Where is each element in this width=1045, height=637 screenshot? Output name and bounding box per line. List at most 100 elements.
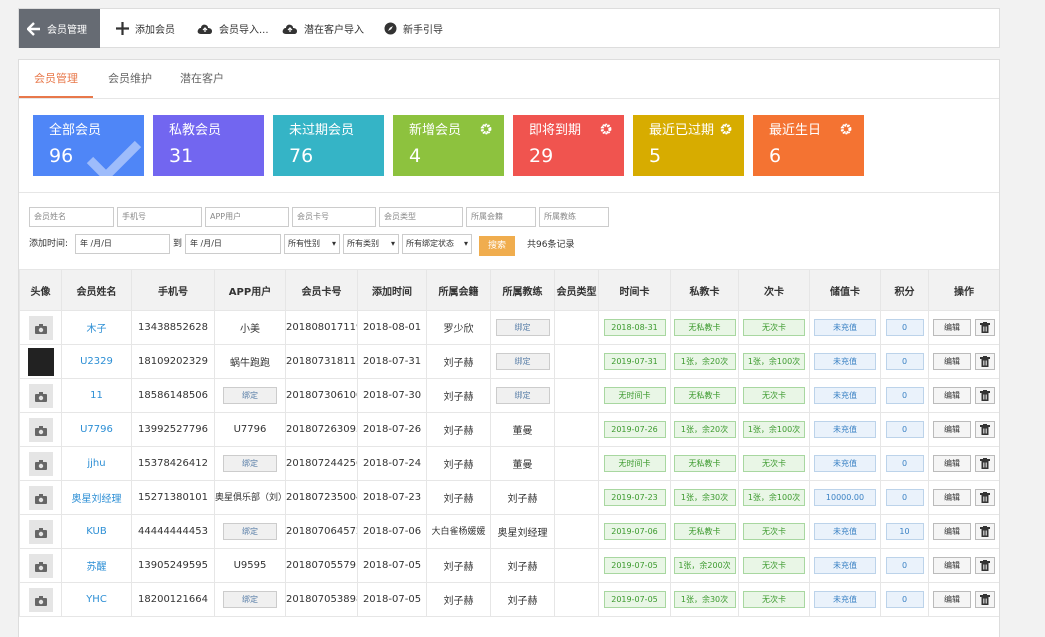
member-name-link[interactable]: U7796 — [61, 412, 132, 447]
stored-value-button[interactable]: 未充值 — [814, 557, 876, 574]
stored-value-button[interactable]: 未充值 — [814, 319, 876, 336]
private-card-button[interactable]: 1张，余30次 — [673, 489, 736, 506]
phone-input[interactable]: 手机号 — [117, 207, 202, 227]
stored-value-button[interactable]: 未充值 — [814, 591, 876, 608]
edit-button[interactable]: 编辑 — [933, 591, 971, 608]
member-name-link[interactable]: KUB — [61, 514, 132, 549]
import-prospect-button[interactable]: 潜在客户导入 — [282, 9, 364, 48]
edit-button[interactable]: 编辑 — [933, 455, 971, 472]
import-member-button[interactable]: 会员导入... — [197, 9, 269, 48]
times-card-button[interactable]: 无次卡 — [743, 591, 805, 608]
times-card-button[interactable]: 无次卡 — [743, 523, 805, 540]
gear-icon[interactable] — [720, 123, 732, 135]
bind-coach-button[interactable]: 绑定 — [495, 387, 550, 404]
stat-card-expiring[interactable]: 即将到期 29 — [513, 115, 624, 176]
points-button[interactable]: 0 — [885, 353, 924, 370]
delete-button[interactable] — [975, 591, 995, 608]
stored-value-button[interactable]: 未充值 — [814, 523, 876, 540]
guide-button[interactable]: 新手引导 — [384, 9, 443, 48]
time-card-button[interactable]: 2019-07-06 — [603, 523, 666, 540]
private-card-button[interactable]: 无私教卡 — [673, 387, 736, 404]
bind-app-button[interactable]: 绑定 — [223, 387, 277, 404]
gear-icon[interactable] — [480, 123, 492, 135]
date-to-input[interactable]: 年 /月/日 — [185, 234, 281, 254]
tab-member-maintenance[interactable]: 会员维护 — [97, 60, 163, 98]
edit-button[interactable]: 编辑 — [933, 489, 971, 506]
stored-value-button[interactable]: 未充值 — [814, 353, 876, 370]
points-button[interactable]: 10 — [885, 523, 924, 540]
points-button[interactable]: 0 — [885, 591, 924, 608]
gender-select[interactable]: 所有性别 — [284, 234, 340, 254]
stat-card-expired[interactable]: 最近已过期 5 — [633, 115, 744, 176]
times-card-button[interactable]: 无次卡 — [743, 557, 805, 574]
member-type-input[interactable]: 会员类型 — [379, 207, 463, 227]
member-name-link[interactable]: 苏醒 — [61, 548, 132, 583]
stat-card-active[interactable]: 未过期会员 76 — [273, 115, 384, 176]
edit-button[interactable]: 编辑 — [933, 353, 971, 370]
back-button[interactable]: 会员管理 — [19, 9, 100, 48]
time-card-button[interactable]: 2019-07-31 — [603, 353, 666, 370]
time-card-button[interactable]: 无时间卡 — [603, 455, 666, 472]
stat-card-birthday[interactable]: 最近生日 6 — [753, 115, 864, 176]
private-card-button[interactable]: 无私教卡 — [673, 319, 736, 336]
points-button[interactable]: 0 — [885, 557, 924, 574]
member-name-link[interactable]: YHC — [61, 582, 132, 617]
points-button[interactable]: 0 — [885, 455, 924, 472]
time-card-button[interactable]: 2019-07-05 — [603, 557, 666, 574]
delete-button[interactable] — [975, 557, 995, 574]
delete-button[interactable] — [975, 421, 995, 438]
times-card-button[interactable]: 无次卡 — [743, 387, 805, 404]
member-name-link[interactable]: 奥星刘经理 — [61, 480, 132, 515]
private-card-button[interactable]: 无私教卡 — [673, 455, 736, 472]
bind-status-select[interactable]: 所有绑定状态 — [402, 234, 472, 254]
member-name-input[interactable]: 会员姓名 — [29, 207, 114, 227]
time-card-button[interactable]: 2018-08-31 — [603, 319, 666, 336]
times-card-button[interactable]: 1张，余100次 — [743, 353, 805, 370]
points-button[interactable]: 0 — [885, 319, 924, 336]
times-card-button[interactable]: 无次卡 — [743, 455, 805, 472]
category-select[interactable]: 所有类别 — [343, 234, 399, 254]
bind-app-button[interactable]: 绑定 — [223, 455, 277, 472]
stored-value-button[interactable]: 未充值 — [814, 455, 876, 472]
edit-button[interactable]: 编辑 — [933, 387, 971, 404]
gear-icon[interactable] — [840, 123, 852, 135]
member-name-link[interactable]: U2329 — [61, 344, 132, 379]
delete-button[interactable] — [975, 489, 995, 506]
coach-input[interactable]: 所属教练 — [539, 207, 609, 227]
time-card-button[interactable]: 2019-07-23 — [603, 489, 666, 506]
time-card-button[interactable]: 2019-07-05 — [603, 591, 666, 608]
card-number-input[interactable]: 会员卡号 — [292, 207, 376, 227]
date-from-input[interactable]: 年 /月/日 — [75, 234, 170, 254]
edit-button[interactable]: 编辑 — [933, 421, 971, 438]
bind-coach-button[interactable]: 绑定 — [495, 353, 550, 370]
search-button[interactable]: 搜索 — [479, 236, 515, 256]
tab-prospects[interactable]: 潜在客户 — [169, 60, 235, 98]
points-button[interactable]: 0 — [885, 489, 924, 506]
time-card-button[interactable]: 无时间卡 — [603, 387, 666, 404]
private-card-button[interactable]: 1张，余30次 — [673, 591, 736, 608]
private-card-button[interactable]: 1张，余200次 — [673, 557, 736, 574]
club-input[interactable]: 所属会籍 — [466, 207, 536, 227]
edit-button[interactable]: 编辑 — [933, 523, 971, 540]
bind-app-button[interactable]: 绑定 — [223, 523, 277, 540]
gear-icon[interactable] — [600, 123, 612, 135]
private-card-button[interactable]: 1张，余20次 — [673, 353, 736, 370]
tab-member-management[interactable]: 会员管理 — [19, 60, 93, 98]
times-card-button[interactable]: 1张，余100次 — [743, 489, 805, 506]
time-card-button[interactable]: 2019-07-26 — [603, 421, 666, 438]
bind-app-button[interactable]: 绑定 — [223, 591, 277, 608]
delete-button[interactable] — [975, 523, 995, 540]
points-button[interactable]: 0 — [885, 387, 924, 404]
delete-button[interactable] — [975, 387, 995, 404]
member-name-link[interactable]: 11 — [61, 378, 132, 413]
stored-value-button[interactable]: 未充值 — [814, 387, 876, 404]
times-card-button[interactable]: 无次卡 — [743, 319, 805, 336]
delete-button[interactable] — [975, 455, 995, 472]
stat-card-all[interactable]: 全部会员 96 — [33, 115, 144, 176]
bind-coach-button[interactable]: 绑定 — [495, 319, 550, 336]
add-member-button[interactable]: 添加会员 — [116, 9, 175, 48]
delete-button[interactable] — [975, 319, 995, 336]
stored-value-button[interactable]: 10000.00 — [814, 489, 876, 506]
member-name-link[interactable]: jjhu — [61, 446, 132, 481]
private-card-button[interactable]: 无私教卡 — [673, 523, 736, 540]
